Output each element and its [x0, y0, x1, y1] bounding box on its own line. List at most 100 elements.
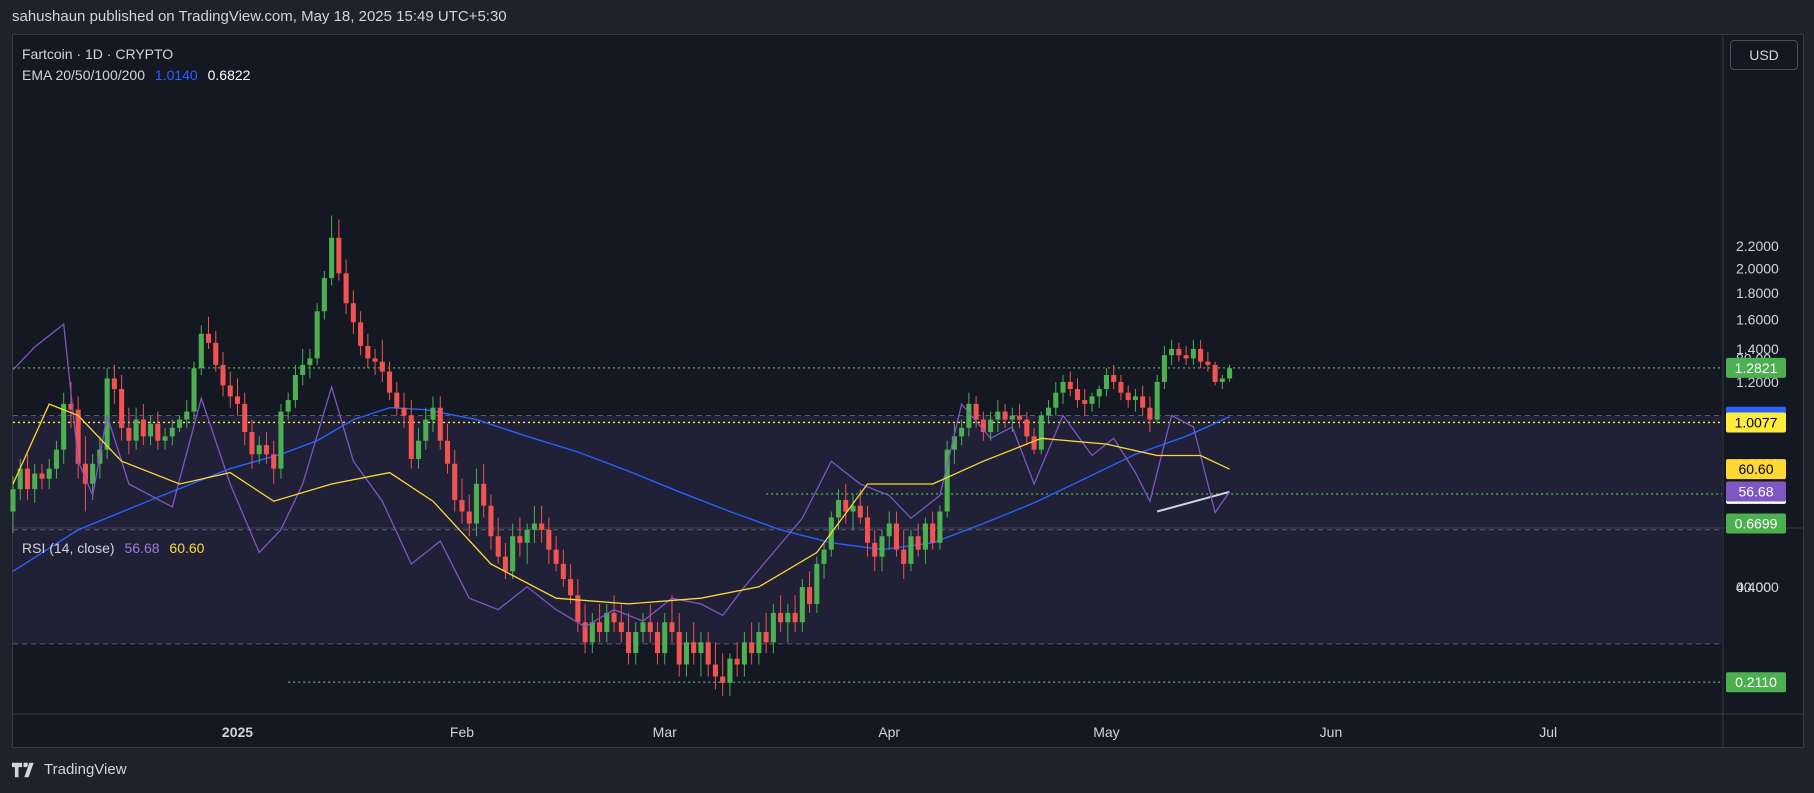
candle-body — [387, 371, 393, 393]
candle-body — [1205, 361, 1211, 365]
candle-body — [879, 536, 885, 557]
price-legend: Fartcoin · 1D · CRYPTO — [22, 46, 179, 62]
candle-body — [444, 440, 451, 464]
candle-body — [843, 500, 849, 512]
candle-body — [654, 632, 661, 654]
candle-body — [343, 273, 349, 304]
candle-body — [835, 500, 842, 518]
candle-body — [126, 427, 132, 441]
time-tick-label: 2025 — [222, 724, 253, 740]
price-label-text: 1.0077 — [1735, 414, 1778, 430]
candle-body — [213, 342, 219, 365]
candle-body — [1103, 374, 1110, 390]
candle-body — [90, 463, 96, 484]
candle-body — [618, 622, 624, 633]
candle-body — [669, 622, 675, 633]
candle-body — [727, 658, 733, 683]
currency-button[interactable]: USD — [1730, 40, 1798, 70]
candle-body — [749, 642, 755, 654]
candle-body — [32, 473, 38, 490]
candle-body — [799, 587, 805, 623]
candle-body — [510, 536, 516, 572]
candle-body — [517, 536, 523, 543]
time-tick-label: Feb — [450, 724, 474, 740]
candle-body — [597, 622, 603, 633]
candle-body — [227, 385, 233, 397]
candle-body — [720, 676, 726, 683]
candle-body — [408, 415, 414, 459]
candle-body — [1067, 381, 1073, 390]
price-tick-label: 2.0000 — [1736, 261, 1779, 277]
candle-body — [1096, 389, 1102, 397]
candle-body — [625, 632, 632, 654]
candle-body — [1024, 419, 1030, 437]
candle-body — [995, 411, 1001, 420]
candle-body — [589, 622, 595, 643]
candle-body — [169, 427, 175, 437]
time-tick-label: Mar — [653, 724, 677, 740]
candle-body — [698, 642, 704, 654]
candle-body — [278, 411, 284, 469]
candle-body — [481, 483, 487, 506]
candle-body — [1031, 436, 1037, 450]
candle-body — [133, 419, 139, 441]
candle-body — [1060, 381, 1066, 393]
candle-body — [1125, 392, 1131, 401]
candle-body — [539, 523, 545, 530]
rsi-label-text: 60.60 — [1738, 461, 1773, 477]
candle-body — [10, 489, 16, 512]
candle-body — [1176, 348, 1182, 356]
candle-body — [915, 536, 921, 550]
candle-body — [1074, 389, 1081, 401]
candle-body — [734, 658, 740, 665]
tradingview-logo-icon — [12, 762, 34, 777]
rsi-label: RSI (14, close) — [22, 540, 115, 556]
candle-body — [466, 511, 472, 524]
candle-body — [1219, 378, 1225, 382]
candle-body — [162, 436, 168, 441]
candle-body — [640, 622, 646, 633]
ema-legend[interactable]: EMA 20/50/100/200 1.0140 0.6822 — [22, 67, 256, 83]
candle-body — [329, 237, 335, 279]
footer-brand[interactable]: TradingView — [12, 761, 127, 778]
candle-body — [220, 364, 226, 386]
candle-body — [307, 358, 313, 365]
candle-body — [763, 632, 769, 643]
candle-body — [988, 419, 994, 433]
candle-body — [1002, 411, 1008, 420]
candle-body — [177, 419, 183, 428]
price-tick-label: 1.8000 — [1736, 285, 1779, 301]
candle-body — [959, 427, 965, 437]
candle-body — [807, 587, 813, 604]
candle-body — [285, 400, 291, 412]
candle-body — [104, 378, 110, 450]
candle-body — [300, 364, 306, 375]
candle-body — [437, 407, 443, 441]
rsi-value: 56.68 — [124, 540, 160, 556]
candle-body — [1046, 407, 1052, 416]
candle-body — [234, 396, 241, 404]
ema2-value: 0.6822 — [207, 67, 251, 83]
candle-body — [1227, 368, 1233, 379]
candle-body — [1089, 396, 1095, 404]
rsi-legend[interactable]: RSI (14, close) 56.68 60.60 — [22, 540, 210, 556]
candle-body — [1038, 415, 1044, 450]
candle-body — [314, 311, 320, 359]
candle-body — [1140, 396, 1146, 408]
chart-canvas: 2.20002.00001.80001.60001.40001.20000.80… — [10, 35, 1803, 747]
candle-body — [1082, 400, 1088, 404]
candle-body — [712, 664, 718, 677]
candle-body — [372, 358, 378, 362]
candle-body — [1169, 348, 1175, 356]
candle-body — [1161, 355, 1167, 382]
candle-body — [1111, 374, 1117, 382]
candle-body — [430, 407, 436, 420]
candle-body — [705, 642, 711, 665]
candle-body — [966, 403, 972, 428]
candle-body — [1053, 392, 1059, 408]
symbol-label[interactable]: Fartcoin · 1D · CRYPTO — [22, 46, 173, 62]
candle-body — [155, 423, 161, 441]
candle-body — [119, 389, 125, 428]
candle-body — [560, 563, 566, 580]
candle-body — [394, 392, 400, 408]
